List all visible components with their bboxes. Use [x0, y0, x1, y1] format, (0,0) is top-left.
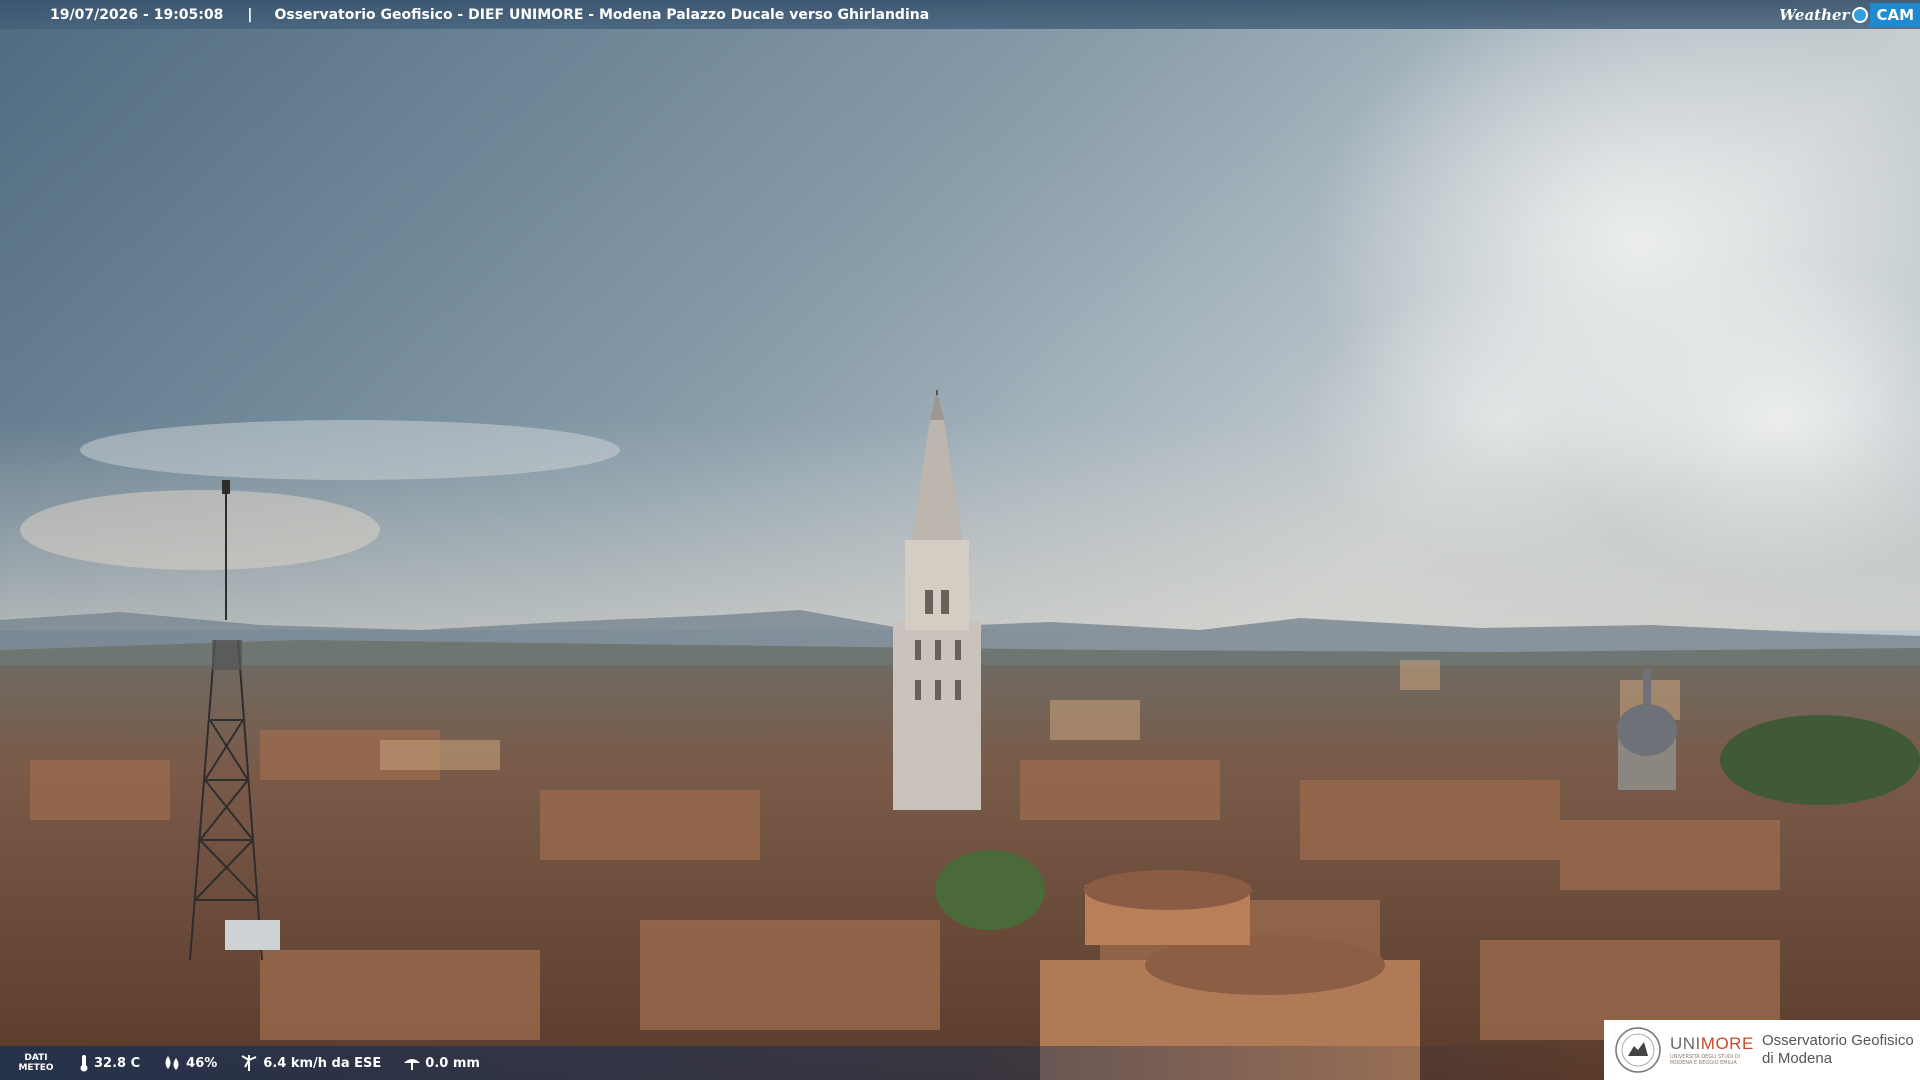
weather-wordmark: Weather [1779, 5, 1850, 24]
camera-lens-icon [1852, 6, 1869, 23]
rain-gauge-icon [404, 1059, 421, 1070]
cam-wordmark: CAM [1870, 2, 1920, 27]
wind-value: 6.4 km/h da ESE [263, 1055, 382, 1071]
wind-reading: 6.4 km/h da ESE [239, 1054, 381, 1072]
timestamp: 19/07/2026 - 19:05:08 [50, 6, 224, 23]
humidity-icon [165, 1056, 179, 1070]
temperature-reading: 32.8 C [78, 1054, 140, 1072]
temperature-value: 32.8 C [94, 1055, 141, 1071]
dati-meteo-label: DATI METEO [18, 1053, 54, 1073]
rain-value: 0.0 mm [425, 1055, 480, 1071]
thermometer-icon [80, 1055, 88, 1072]
humidity-reading: 46% [162, 1055, 217, 1071]
university-seal-icon [1615, 1027, 1661, 1073]
weather-data-bar: DATI METEO 32.8 C 46% 6.4 km/h da ESE 0.… [0, 1046, 1600, 1080]
header-bar: 19/07/2026 - 19:05:08 | Osservatorio Geo… [0, 0, 1920, 29]
weathercam-logo: Weather CAM [1779, 0, 1920, 29]
observatory-name: Osservatorio Geofisico di Modena [1762, 1032, 1914, 1067]
rain-reading: 0.0 mm [403, 1055, 480, 1071]
humidity-value: 46% [186, 1055, 218, 1071]
unimore-observatory-logo: UNIMORE UNIVERSITÀ DEGLI STUDI DI MODENA… [1604, 1020, 1920, 1080]
unimore-wordmark: UNIMORE UNIVERSITÀ DEGLI STUDI DI MODENA… [1670, 1034, 1754, 1066]
webcam-image [0, 0, 1920, 1080]
separator: | [247, 6, 253, 23]
camera-title: Osservatorio Geofisico - DIEF UNIMORE - … [274, 6, 930, 23]
wind-icon [241, 1055, 257, 1071]
